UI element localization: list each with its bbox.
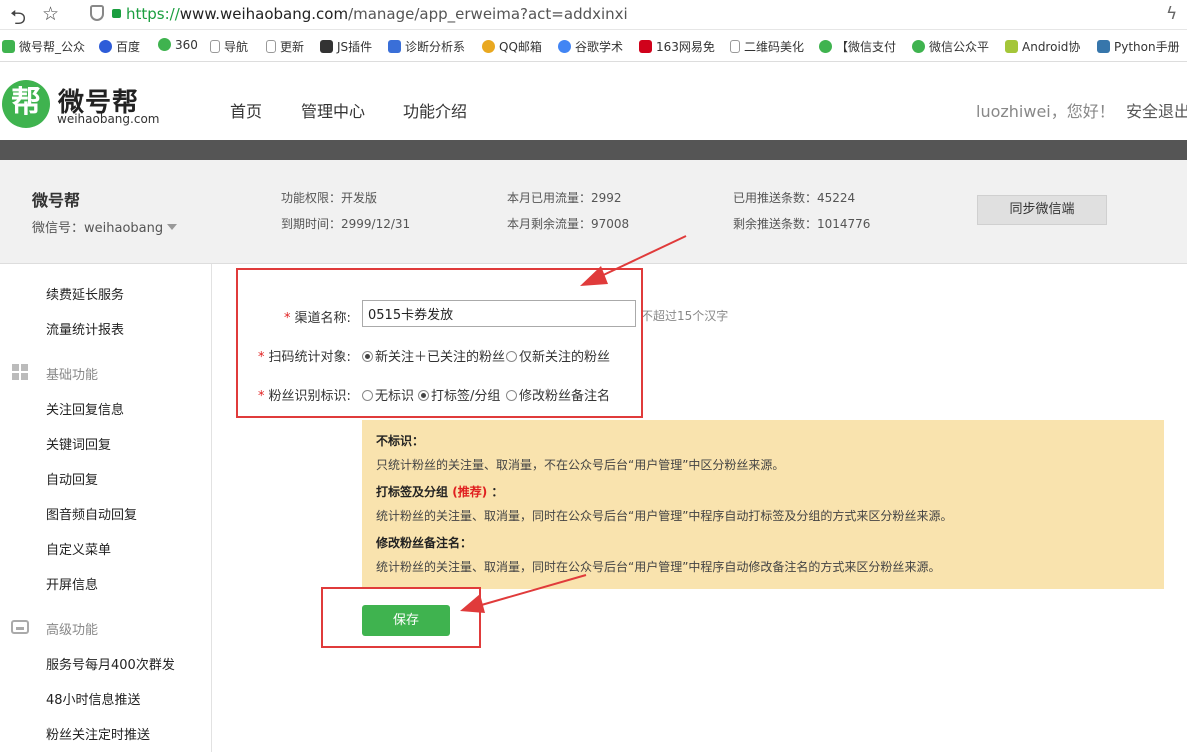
info-desc-none: 只统计粉丝的关注量、取消量，不在公众号后台“用户管理”中区分粉丝来源。: [376, 458, 785, 472]
bookmark-item[interactable]: Android协: [1005, 38, 1080, 55]
bookmark-item[interactable]: 百度: [99, 38, 140, 55]
bookmark-favicon-icon: [158, 38, 171, 51]
user-greeting: luozhiwei，您好！: [976, 102, 1115, 121]
shield-icon: [90, 5, 104, 21]
inbox-icon: [11, 620, 29, 634]
star-icon[interactable]: ☆: [42, 3, 59, 25]
nav-management[interactable]: 管理中心: [301, 98, 365, 122]
sidebar-group-basic: 基础功能: [46, 368, 99, 383]
sidebar-item-keyword-reply[interactable]: 关键词回复: [46, 434, 111, 453]
sidebar-item-48h-push[interactable]: 48小时信息推送: [46, 689, 141, 708]
nav-features[interactable]: 功能介绍: [403, 98, 467, 122]
bookmark-item[interactable]: 【微信支付: [819, 38, 896, 55]
sync-wechat-button[interactable]: 同步微信端: [977, 195, 1107, 225]
bookmark-item[interactable]: 360: [158, 38, 198, 52]
bookmark-favicon-icon: [320, 40, 333, 53]
sidebar-item-custom-menu[interactable]: 自定义菜单: [46, 539, 111, 558]
caret-down-icon[interactable]: [167, 224, 178, 230]
bookmark-item[interactable]: QQ邮箱: [482, 38, 542, 55]
page-icon: [730, 40, 740, 53]
sidebar-item-media-reply[interactable]: 图音频自动回复: [46, 504, 137, 523]
annotation-box-save: [321, 587, 481, 648]
info-title-none: 不标识：: [376, 434, 425, 448]
google-icon: [558, 40, 571, 53]
stat-permission: 功能权限：开发版: [281, 191, 378, 205]
paw-icon: [99, 40, 112, 53]
sidebar-item-renew[interactable]: 续费延长服务: [46, 284, 124, 303]
site-header: 帮 微号帮 weihaobang.com 首页 管理中心 功能介绍 luozhi…: [0, 62, 1187, 140]
logo-domain: weihaobang.com: [57, 112, 160, 126]
stat-remaining-push: 剩余推送条数：1014776: [733, 217, 871, 231]
bookmarks-bar: 微号帮_公众 百度 360 导航 更新 JS插件 诊断分析系 QQ邮箱 谷歌学术…: [0, 30, 1187, 62]
bookmark-item[interactable]: 163网易免: [639, 38, 715, 55]
wechat-id: 微信号：weihaobang: [32, 221, 164, 236]
info-title-tag: 打标签及分组 (推荐) ：: [376, 485, 504, 499]
bookmark-item[interactable]: 二维码美化: [730, 38, 804, 55]
bookmark-item[interactable]: 微信公众平: [912, 38, 989, 55]
bookmark-item[interactable]: 微号帮_公众: [2, 38, 85, 55]
url-field[interactable]: https://www.weihaobang.com/manage/app_er…: [126, 5, 628, 23]
lock-icon: [112, 9, 121, 18]
grid-icon: [12, 364, 28, 380]
info-desc-remark: 统计粉丝的关注量、取消量，同时在公众号后台“用户管理”中程序自动修改备注名的方式…: [376, 560, 941, 574]
stat-expire: 到期时间：2999/12/31: [281, 217, 411, 231]
wechat-icon: [912, 40, 925, 53]
sidebar-item-timed-push[interactable]: 粉丝关注定时推送: [46, 724, 150, 743]
page-icon: [266, 40, 276, 53]
account-name: 微号帮: [32, 191, 81, 210]
bookmark-favicon-icon: [639, 40, 652, 53]
stat-used-flow: 本月已用流量：2992: [507, 191, 622, 205]
info-panel: 不标识： 只统计粉丝的关注量、取消量，不在公众号后台“用户管理”中区分粉丝来源。…: [362, 420, 1164, 589]
logout-link[interactable]: 安全退出: [1126, 98, 1187, 122]
account-switcher[interactable]: 微信号：weihaobang: [32, 217, 178, 236]
sidebar-item-follow-reply[interactable]: 关注回复信息: [46, 399, 124, 418]
browser-address-bar: ⮌ ☆ https://www.weihaobang.com/manage/ap…: [0, 0, 1187, 30]
stat-pushed: 已用推送条数：45224: [733, 191, 856, 205]
lightning-icon[interactable]: ϟ: [1166, 4, 1177, 24]
stat-remaining-flow: 本月剩余流量：97008: [507, 217, 630, 231]
sidebar-item-auto-reply[interactable]: 自动回复: [46, 469, 98, 488]
sidebar-item-flow-report[interactable]: 流量统计报表: [46, 319, 124, 338]
sidebar-group-advanced: 高级功能: [46, 623, 99, 638]
bookmark-favicon-icon: [2, 40, 15, 53]
android-icon: [1005, 40, 1018, 53]
python-icon: [1097, 40, 1110, 53]
bookmark-item[interactable]: Python手册: [1097, 38, 1180, 55]
wechat-icon: [819, 40, 832, 53]
sidebar: 续费延长服务 流量统计报表 基础功能 关注回复信息 关键词回复 自动回复 图音频…: [0, 264, 212, 752]
bookmark-favicon-icon: [482, 40, 495, 53]
bookmark-item[interactable]: 谷歌学术: [558, 38, 623, 55]
info-title-remark: 修改粉丝备注名：: [376, 536, 473, 550]
bookmark-item[interactable]: 更新: [266, 38, 304, 55]
bookmark-favicon-icon: [388, 40, 401, 53]
bookmark-item[interactable]: 导航: [210, 38, 248, 55]
logo-icon[interactable]: 帮: [2, 80, 50, 128]
bookmark-item[interactable]: JS插件: [320, 38, 372, 55]
page-icon: [210, 40, 220, 53]
account-bar: 微号帮 微信号：weihaobang 功能权限：开发版 到期时间：2999/12…: [0, 160, 1187, 264]
header-divider: [0, 140, 1187, 160]
bookmark-item[interactable]: 诊断分析系: [388, 38, 465, 55]
annotation-box-form: [236, 268, 643, 418]
sidebar-item-splash[interactable]: 开屏信息: [46, 574, 98, 593]
nav-home[interactable]: 首页: [230, 98, 262, 122]
recommended-badge: (推荐): [452, 485, 488, 499]
info-desc-tag: 统计粉丝的关注量、取消量，同时在公众号后台“用户管理”中程序自动打标签及分组的方…: [376, 509, 953, 523]
channel-hint: 不超过15个汉字: [641, 309, 729, 323]
sidebar-item-mass-send[interactable]: 服务号每月400次群发: [46, 654, 175, 673]
